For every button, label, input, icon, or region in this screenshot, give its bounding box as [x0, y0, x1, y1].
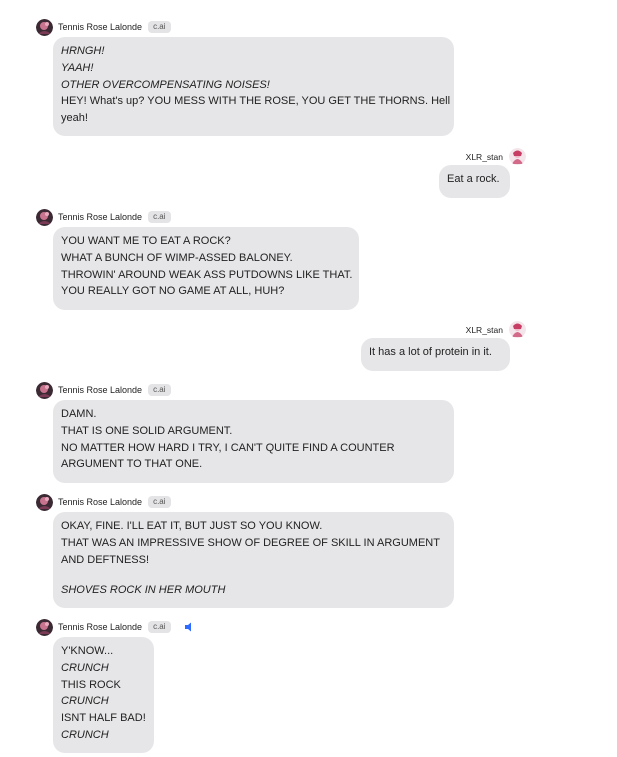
- message-line: CRUNCH: [61, 661, 109, 674]
- message-line: YOU REALLY GOT NO GAME AT ALL, HUH?: [61, 285, 285, 298]
- bot-message-bubble: YOU WANT ME TO EAT A ROCK? WHAT A BUNCH O…: [53, 227, 359, 310]
- message-line: HEY! What's up? YOU MESS WITH THE ROSE, …: [61, 95, 451, 108]
- message-line: OKAY, FINE. I'LL EAT IT, BUT JUST SO YOU…: [61, 520, 323, 532]
- bot-message-header: Tennis Rose Lalonde c.ai: [36, 381, 171, 399]
- bot-avatar[interactable]: [36, 208, 53, 226]
- message-line: Y'KNOW...: [61, 645, 114, 657]
- user-message-bubble: Eat a rock.: [439, 165, 510, 198]
- message-line: yeah!: [61, 112, 88, 125]
- cai-badge: c.ai: [148, 211, 171, 223]
- bot-avatar[interactable]: [36, 18, 53, 36]
- speaker-icon[interactable]: [183, 621, 195, 633]
- message-line: Eat a rock.: [447, 173, 500, 185]
- message-line: ISNT HALF BAD!: [61, 712, 146, 725]
- message-line: THIS ROCK: [61, 678, 121, 691]
- user-name[interactable]: XLR_stan: [466, 152, 503, 162]
- bot-message-bubble: Y'KNOW... CRUNCH THIS ROCK CRUNCH ISNT HALF …: [53, 637, 154, 753]
- message-line: OTHER OVERCOMPENSATING NOISES!: [61, 78, 270, 91]
- user-message-header: XLR_stan: [466, 148, 526, 165]
- message-line: It has a lot of protein in it.: [369, 346, 492, 358]
- bot-message-bubble: HRNGH! YAAH! OTHER OVERCOMPENSATING NOISES…: [53, 37, 454, 136]
- bot-message-bubble: OKAY, FINE. I'LL EAT IT, BUT JUST SO YOU…: [53, 512, 454, 608]
- bot-message-header: Tennis Rose Lalonde c.ai: [36, 493, 171, 511]
- user-avatar[interactable]: [509, 321, 526, 338]
- user-message-header: XLR_stan: [466, 321, 526, 338]
- cai-badge: c.ai: [148, 21, 171, 33]
- message-line: YOU WANT ME TO EAT A ROCK?: [61, 235, 231, 247]
- message-line: CRUNCH: [61, 695, 109, 708]
- cai-badge: c.ai: [148, 384, 171, 396]
- cai-badge: c.ai: [148, 621, 171, 633]
- message-line: THAT WAS AN IMPRESSIVE SHOW OF DEGREE OF…: [61, 536, 440, 549]
- message-line: THROWIN' AROUND WEAK ASS PUTDOWNS LIKE T…: [61, 268, 353, 281]
- user-name[interactable]: XLR_stan: [466, 325, 503, 335]
- message-line: [61, 568, 446, 582]
- bot-message-bubble: DAMN. THAT IS ONE SOLID ARGUMENT. NO MATTE…: [53, 400, 454, 483]
- bot-avatar[interactable]: [36, 618, 53, 636]
- message-line: CRUNCH: [61, 728, 109, 741]
- message-line: THAT IS ONE SOLID ARGUMENT.: [61, 424, 233, 437]
- bot-message-header: Tennis Rose Lalonde c.ai: [36, 18, 171, 36]
- cai-badge: c.ai: [148, 496, 171, 508]
- message-line: YAAH!: [61, 61, 94, 74]
- bot-name[interactable]: Tennis Rose Lalonde: [58, 212, 142, 222]
- bot-name[interactable]: Tennis Rose Lalonde: [58, 385, 142, 395]
- bot-name[interactable]: Tennis Rose Lalonde: [58, 22, 142, 32]
- user-avatar[interactable]: [509, 148, 526, 165]
- bot-avatar[interactable]: [36, 493, 53, 511]
- user-message-bubble: It has a lot of protein in it.: [361, 338, 510, 371]
- message-line: ARGUMENT TO THAT ONE.: [61, 458, 203, 471]
- message-line: AND DEFTNESS!: [61, 553, 150, 566]
- bot-message-header: Tennis Rose Lalonde c.ai: [36, 618, 195, 636]
- bot-name[interactable]: Tennis Rose Lalonde: [58, 622, 142, 632]
- message-line: DAMN.: [61, 408, 97, 420]
- bot-name[interactable]: Tennis Rose Lalonde: [58, 497, 142, 507]
- message-line: NO MATTER HOW HARD I TRY, I CAN'T QUITE …: [61, 441, 395, 454]
- message-line: SHOVES ROCK IN HER MOUTH: [61, 584, 226, 597]
- message-line: HRNGH!: [61, 45, 105, 57]
- message-line: WHAT A BUNCH OF WIMP-ASSED BALONEY.: [61, 251, 293, 264]
- bot-avatar[interactable]: [36, 381, 53, 399]
- bot-message-header: Tennis Rose Lalonde c.ai: [36, 208, 171, 226]
